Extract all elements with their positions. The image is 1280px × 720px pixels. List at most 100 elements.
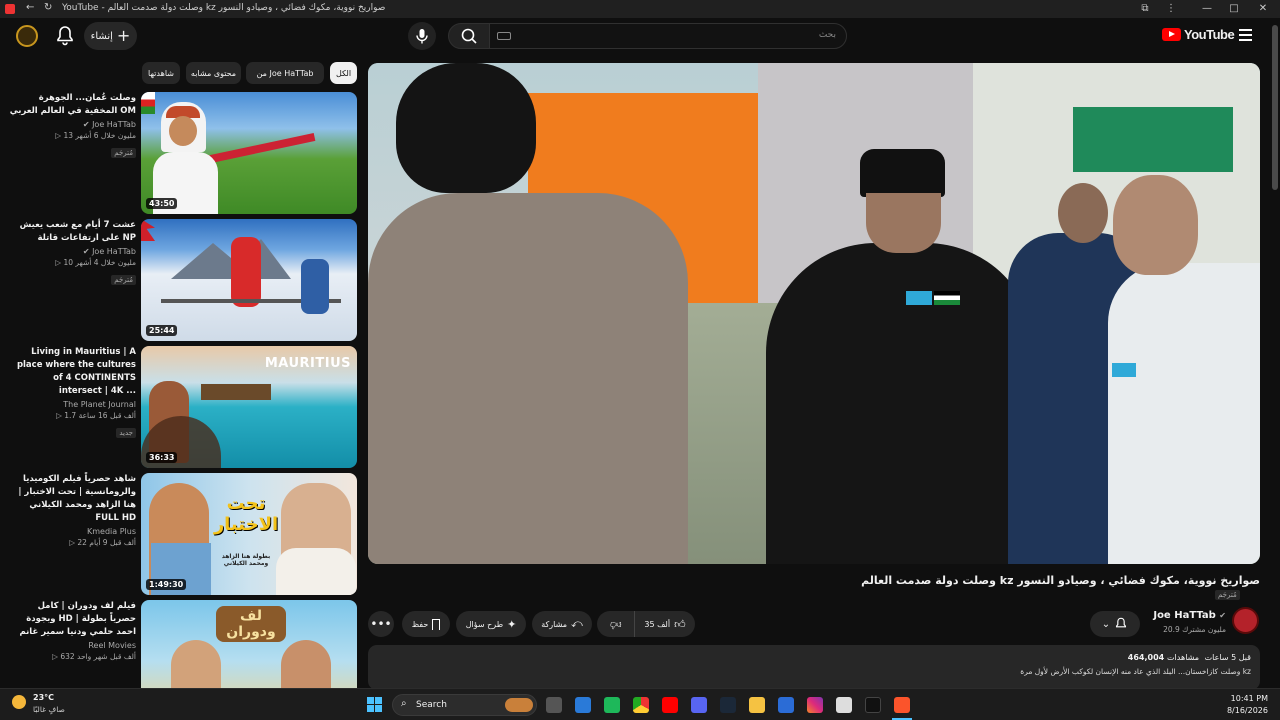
related-video-card[interactable]: MAURITIUS 36:33 Living in Mauritius | A … [8,346,358,468]
thumbnail-text: تحت الاختبار [213,493,279,535]
chip-label: الكل [335,68,352,78]
youtube-logo[interactable]: YouTube [1162,27,1235,42]
settings-gear-icon[interactable] [836,697,852,713]
avatar[interactable] [16,25,38,47]
notifications-bell-icon[interactable] [55,25,75,47]
browser-titlebar: ← ↻ YouTube - وصلت دولة صدمت العالم kz ص… [0,0,1280,18]
video-thumbnail[interactable]: لف ودوران [141,600,357,688]
steam-icon[interactable] [720,697,736,713]
like-button[interactable]: 35 ألف 👍︎ [635,611,695,637]
dislike-button[interactable]: 👍︎ [597,611,635,637]
app-icon[interactable] [778,697,794,713]
share-button[interactable]: مشاركة ⤺ [532,611,592,637]
video-thumbnail[interactable]: تحت الاختبار بطولة هنا الزاهد ومحمد الكي… [141,473,357,595]
thumbnail-subtext: بطولة هنا الزاهد ومحمد الكيلاني [221,553,271,567]
search-button[interactable] [448,23,490,49]
floating-house [201,384,271,400]
instagram-icon[interactable] [807,697,823,713]
video-duration: 36:33 [146,452,178,463]
create-button[interactable]: إنشاء + [84,22,137,50]
video-duration: 43:50 [146,198,178,209]
plus-icon: + [116,26,131,45]
green-window [1073,107,1233,172]
chrome-icon[interactable] [633,697,649,713]
channel-name[interactable]: Joe HaTTab [92,120,136,129]
video-meta: وصلت عُمان... الجوهرة المخفية في العالم … [8,92,136,159]
channel-avatar[interactable] [1232,607,1259,634]
more-actions-button[interactable]: ••• [368,611,394,637]
save-button[interactable]: حفظ [402,611,450,637]
clock-time[interactable]: 10:41 PM [1228,694,1268,703]
video-thumbnail[interactable]: 43:50 [141,92,357,214]
flag-icon [141,92,155,114]
video-title[interactable]: Living in Mauritius | A place where the … [8,346,136,398]
chip-label: من Joe HaTTab [256,68,314,78]
new-badge: جديد [116,428,136,438]
chip-watched[interactable]: شاهدتها [142,62,180,84]
keyboard-icon[interactable] [497,32,511,40]
channel-name-row: Joe HaTTab ✔ [1140,610,1226,621]
tiktok-icon[interactable] [865,697,881,713]
play-icon: ▷ [55,258,62,267]
weather-text[interactable]: صافٍ غالبًا [33,705,65,714]
weather-sun-icon[interactable] [12,695,26,709]
video-duration: 1:49:30 [146,579,187,590]
file-explorer-icon[interactable] [749,697,765,713]
ask-button[interactable]: طرح سؤال ✦ [456,611,526,637]
video-thumbnail[interactable]: 25:44 [141,219,357,341]
priest-hat [860,149,945,197]
store-icon[interactable] [575,697,591,713]
taskbar-search[interactable]: ⌕ Search [392,694,537,716]
back-arrow-icon[interactable]: ← [26,2,34,13]
channel-name[interactable]: Joe HaTTab [1153,610,1215,621]
description-box[interactable]: قبل 5 ساعات مشاهدات 464,004 وصلت كازاخست… [368,645,1260,690]
time-ago: قبل 5 ساعات [1204,653,1251,662]
related-video-card[interactable]: 25:44 عشت 7 أيام مع شعب يعيش على ارتفاعا… [8,219,358,341]
channel-name[interactable]: Joe HaTTab [92,247,136,256]
whatsapp-icon[interactable] [604,697,620,713]
voice-search-button[interactable] [408,22,436,50]
search-input[interactable]: بحث [489,23,847,49]
video-player[interactable] [368,63,1260,564]
weather-temp[interactable]: 23°C [33,693,54,702]
clock-date[interactable]: 8/16/2026 [1218,706,1268,715]
video-title[interactable]: عشت 7 أيام مع شعب يعيش على ارتفاعات قاتل… [8,219,136,245]
chip-related[interactable]: محتوى مشابه [186,62,241,84]
related-video-card[interactable]: تحت الاختبار بطولة هنا الزاهد ومحمد الكي… [8,473,358,595]
channel-name[interactable]: Reel Movies [88,641,136,650]
microphone-icon [416,29,428,44]
youtube-icon[interactable] [662,697,678,713]
browser-icon[interactable] [5,4,15,14]
subscribed-button[interactable]: ⌄ [1090,611,1140,637]
close-button[interactable]: ✕ [1248,0,1278,18]
brave-icon[interactable] [894,697,910,713]
verified-icon: ✔ [82,120,90,129]
video-title: وصلت دولة صدمت العالم kz صواريخ نووية، م… [861,574,1260,587]
chip-from-channel[interactable]: من Joe HaTTab [246,62,324,84]
channel-name[interactable]: Kmedia Plus [87,527,136,536]
windows-start-icon[interactable] [367,697,382,712]
video-title[interactable]: وصلت عُمان... الجوهرة المخفية في العالم … [8,92,136,118]
channel-name[interactable]: The Planet Journal [63,400,136,409]
window-title: YouTube - وصلت دولة صدمت العالم kz صواري… [62,3,386,13]
video-title[interactable]: فيلم لف ودوران | كامل وبجودة HD | حصرياً… [8,600,136,639]
related-video-card[interactable]: 43:50 وصلت عُمان... الجوهرة المخفية في ا… [8,92,358,214]
discord-icon[interactable] [691,697,707,713]
reload-icon[interactable]: ↻ [44,2,52,13]
flag-patch [906,291,932,305]
hamburger-menu-icon[interactable] [1239,29,1252,41]
share-arrow-icon: ⤺ [571,617,583,630]
chevron-down-icon: ⌄ [1101,618,1111,630]
task-view-icon[interactable] [546,697,562,713]
scrollbar[interactable] [1272,25,1278,190]
minimize-button[interactable]: — [1192,0,1222,18]
video-title[interactable]: شاهد حصرياً فيلم الكوميديا والرومانسية |… [8,473,136,525]
thumbnail-text: MAURITIUS [264,356,351,371]
menu-dots-icon[interactable]: ⋮ [1156,0,1186,18]
chip-all[interactable]: الكل [330,62,357,84]
youtube-logo-text: YouTube [1184,27,1235,42]
related-video-card[interactable]: لف ودوران فيلم لف ودوران | كامل وبجودة H… [8,600,358,688]
video-thumbnail[interactable]: MAURITIUS 36:33 [141,346,357,468]
maximize-button[interactable]: □ [1219,0,1249,18]
man-white-head [1113,175,1198,275]
